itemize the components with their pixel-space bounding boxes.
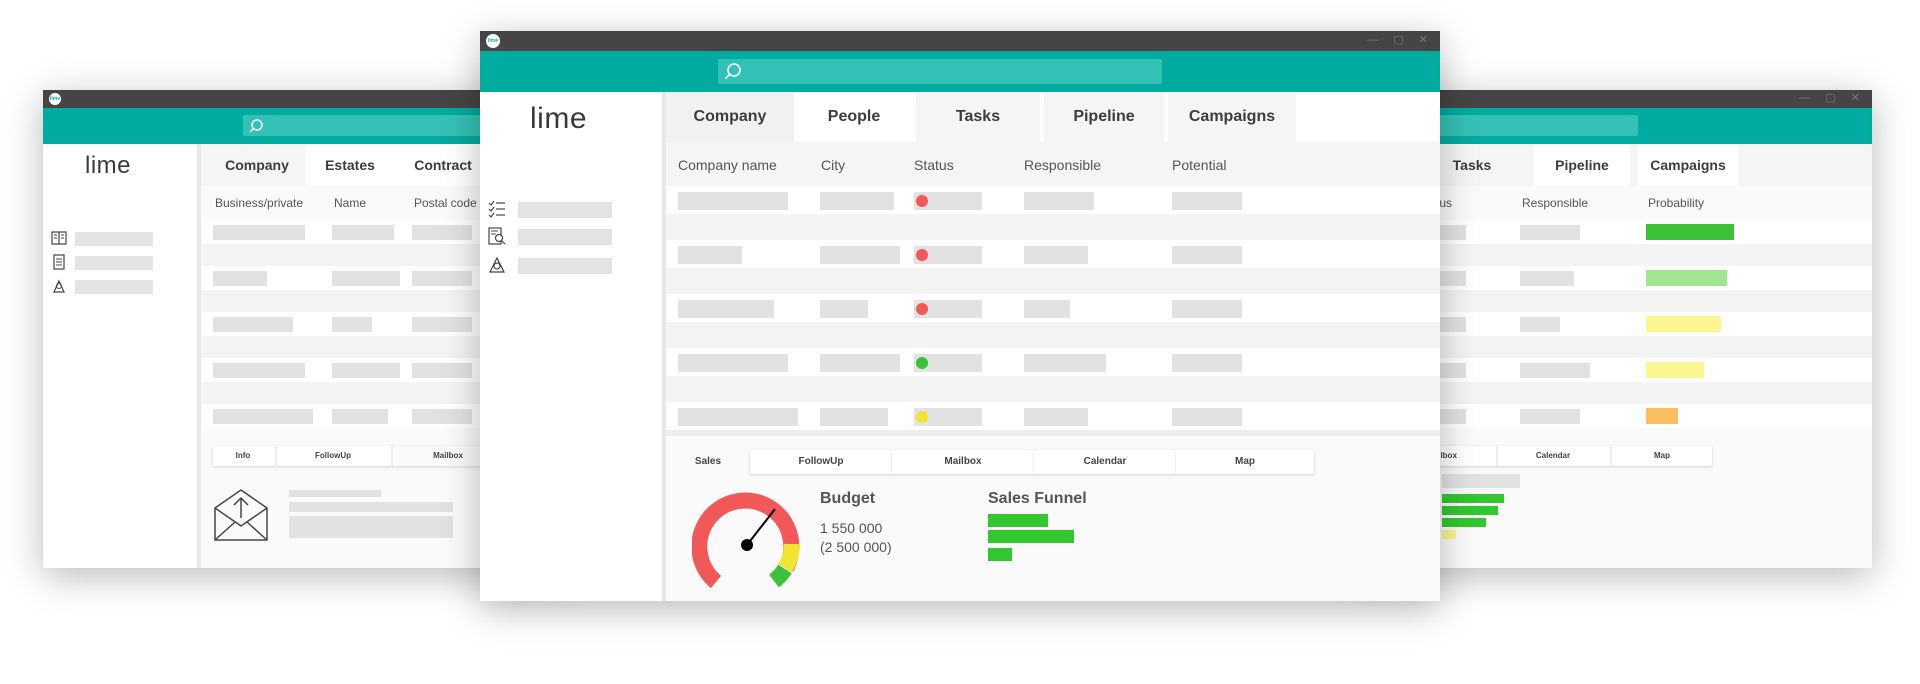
lime-logo: lime (530, 102, 588, 135)
column-header[interactable]: Postal code (414, 196, 477, 210)
tab-estates[interactable]: Estates (305, 144, 395, 186)
column-header[interactable]: Probability (1648, 196, 1704, 210)
probability-bar (1646, 270, 1727, 286)
tab-sales[interactable]: Sales (678, 450, 738, 474)
nav-item-contacts[interactable] (488, 227, 618, 245)
tab-pipeline[interactable]: Pipeline (1534, 144, 1630, 186)
table-row[interactable] (666, 186, 1440, 214)
status-dot (916, 303, 928, 315)
budget-gauge (692, 492, 800, 589)
funnel-title: Sales Funnel (988, 490, 1087, 507)
tab-bar: Company People Tasks Pipeline Campaigns (666, 92, 1440, 142)
budget-title: Budget (820, 490, 876, 507)
tab-campaigns[interactable]: Campaigns (1168, 92, 1296, 142)
sidebar: lime (480, 92, 666, 601)
contact-search-icon (488, 227, 506, 245)
column-header[interactable]: Name (334, 196, 366, 210)
table-row[interactable] (666, 348, 1440, 376)
probability-bar (1646, 408, 1678, 424)
tab-company[interactable]: Company (209, 144, 305, 186)
column-header[interactable]: Responsible (1522, 196, 1588, 210)
tab-calendar[interactable]: Calendar (1496, 446, 1608, 466)
funnel-bar (988, 530, 1074, 543)
top-bar (480, 51, 1440, 92)
probability-bar (1646, 316, 1721, 332)
sidebar: lime (43, 144, 201, 568)
title-bar: lime — ▢ ✕ (480, 31, 1440, 51)
tab-followup[interactable]: FollowUp (750, 450, 892, 474)
probability-bar (1646, 362, 1704, 378)
nav-item-tasks[interactable] (488, 200, 618, 218)
bottom-tab-bar: Info FollowUp Mailbox (213, 446, 503, 466)
nav-label-placeholder (518, 229, 612, 245)
app-icon: lime (49, 93, 61, 105)
table-row[interactable] (666, 376, 1440, 402)
table-row[interactable] (666, 268, 1440, 294)
funnel-bar (988, 548, 1012, 561)
column-header[interactable]: Business/private (215, 196, 303, 210)
nav-label-placeholder (518, 258, 612, 274)
nav-item-campaigns[interactable] (488, 256, 618, 274)
tab-mailbox[interactable]: Mailbox (892, 450, 1034, 474)
tab-company[interactable]: Company (666, 92, 794, 142)
tab-pipeline[interactable]: Pipeline (1044, 92, 1164, 142)
nav-item-3[interactable] (51, 278, 161, 294)
document-icon (53, 254, 65, 270)
lime-logo: lime (85, 152, 132, 179)
tab-people[interactable]: People (794, 92, 914, 142)
tab-calendar[interactable]: Calendar (1034, 450, 1176, 474)
search-input[interactable] (718, 59, 1162, 84)
tab-campaigns[interactable]: Campaigns (1638, 144, 1738, 186)
table-row[interactable] (666, 214, 1440, 240)
tab-contract[interactable]: Contract (395, 144, 491, 186)
funnel-bar (988, 514, 1048, 527)
tab-tasks[interactable]: Tasks (916, 92, 1040, 142)
table-row[interactable] (666, 240, 1440, 268)
mail-upload-icon (214, 489, 268, 541)
nav-item-2[interactable] (51, 254, 161, 270)
column-header[interactable]: Company name (678, 157, 777, 173)
probability-bar (1646, 224, 1734, 240)
column-header[interactable]: City (821, 157, 845, 173)
column-header[interactable]: Potential (1172, 157, 1226, 173)
tab-info[interactable]: Info (213, 446, 273, 466)
app-icon: lime (486, 34, 500, 48)
nav-label-placeholder (75, 232, 153, 246)
tab-map[interactable]: Map (1610, 446, 1712, 466)
status-dot (916, 195, 928, 207)
column-header[interactable]: Responsible (1024, 157, 1101, 173)
nav-label-placeholder (518, 202, 612, 218)
search-icon (724, 63, 741, 80)
window-controls[interactable]: — ▢ ✕ (1367, 33, 1434, 46)
column-header[interactable]: Status (914, 157, 954, 173)
campaign-icon (489, 256, 505, 273)
table-row[interactable] (666, 402, 1440, 430)
campaign-icon (53, 279, 65, 293)
status-dot (916, 249, 928, 261)
tab-followup[interactable]: FollowUp (275, 446, 389, 466)
divider (666, 430, 1440, 436)
nav-label-placeholder (75, 280, 153, 294)
nav-item-1[interactable] (51, 230, 161, 246)
budget-value: 1 550 000 (820, 520, 883, 536)
status-dot (916, 357, 928, 369)
table-header: Company name City Status Responsible Pot… (666, 142, 1440, 186)
center-window: lime — ▢ ✕ lime Company People Tasks Pip… (480, 31, 1440, 601)
window-controls[interactable]: — ▢ ✕ (1799, 91, 1866, 104)
budget-target: (2 500 000) (820, 539, 892, 555)
search-icon (249, 119, 263, 133)
status-dot (916, 411, 928, 423)
table-row[interactable] (666, 294, 1440, 322)
tab-map[interactable]: Map (1176, 450, 1314, 474)
book-icon (51, 231, 67, 245)
main-panel: Company People Tasks Pipeline Campaigns … (666, 92, 1440, 601)
table-row[interactable] (666, 322, 1440, 348)
checklist-icon (488, 200, 505, 218)
bottom-tab-bar: Sales FollowUp Mailbox Calendar Map (678, 450, 1320, 474)
nav-label-placeholder (75, 256, 153, 270)
